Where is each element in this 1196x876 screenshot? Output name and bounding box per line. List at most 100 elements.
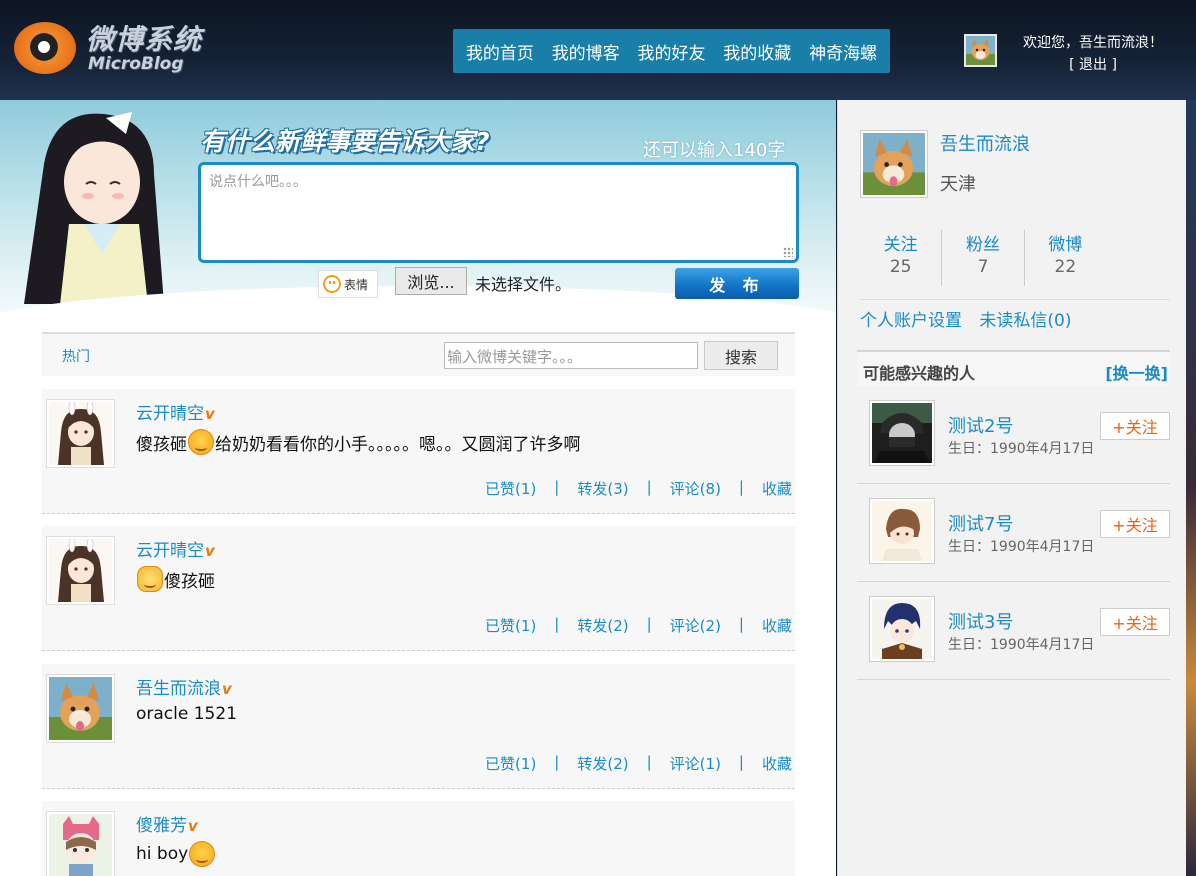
- favorite-link[interactable]: 收藏: [762, 753, 792, 774]
- recommend-avatar[interactable]: [869, 498, 935, 564]
- recommend-item: 测试3号 生日：1990年4月17日 +关注: [857, 582, 1170, 680]
- cat-emoji-icon: [137, 566, 163, 592]
- post-author-name[interactable]: 云开晴空v: [136, 536, 215, 561]
- post-author-avatar[interactable]: [46, 536, 115, 605]
- smile-icon: [323, 275, 341, 293]
- top-header: 微博系统 MicroBlog 我的首页 我的博客 我的好友 我的收藏 神奇海螺 …: [0, 0, 1196, 100]
- follow-button[interactable]: +关注: [1100, 510, 1170, 538]
- profile-links: 个人账户设置 未读私信(0): [860, 306, 1084, 331]
- logo-title: 微博系统: [86, 23, 203, 56]
- brown-hair-avatar-icon: [872, 501, 932, 561]
- nav-home[interactable]: 我的首页: [466, 39, 534, 64]
- post-author-name[interactable]: 云开晴空v: [136, 399, 215, 424]
- girl-avatar-icon: [49, 539, 112, 602]
- publish-button[interactable]: 发 布: [675, 268, 799, 299]
- logo-subtitle: MicroBlog: [88, 54, 184, 74]
- separator: |: [738, 478, 744, 496]
- stat-value: 25: [889, 257, 912, 277]
- logo-eye-icon: [14, 22, 76, 74]
- comment-link[interactable]: 评论(2): [670, 615, 721, 636]
- comment-link[interactable]: 评论(8): [670, 478, 721, 499]
- repost-link[interactable]: 转发(3): [577, 478, 628, 499]
- post-text-before: 傻孩砸: [136, 434, 187, 455]
- post-author-avatar[interactable]: [46, 811, 115, 876]
- logout-link[interactable]: [ 退出 ]: [1010, 54, 1176, 76]
- stat-label: 微博: [1048, 235, 1083, 255]
- repost-link[interactable]: 转发(2): [577, 753, 628, 774]
- post-author-avatar[interactable]: [46, 399, 115, 468]
- feed-post: 吾生而流浪v oracle 1521 已赞(1) | 转发(2) | 评论(1) | …: [42, 664, 795, 789]
- recommend-item: 测试7号 生日：1990年4月17日 +关注: [857, 484, 1170, 582]
- post-textarea-placeholder: 说点什么吧。。。: [209, 174, 307, 190]
- char-counter: 还可以输入140字: [643, 140, 786, 161]
- nav-my-blog[interactable]: 我的博客: [552, 39, 620, 64]
- separator: |: [646, 753, 652, 771]
- recommend-avatar[interactable]: [869, 596, 935, 662]
- logo[interactable]: 微博系统 MicroBlog: [10, 14, 220, 80]
- header-avatar[interactable]: [964, 34, 997, 67]
- post-author-name[interactable]: 傻雅芳v: [136, 811, 198, 836]
- stat-label: 关注: [883, 235, 918, 255]
- cat-hat-girl-avatar-icon: [49, 814, 112, 876]
- post-textarea[interactable]: 说点什么吧。。。: [198, 162, 799, 263]
- author-name-text: 吾生而流浪: [136, 679, 221, 699]
- recommend-name[interactable]: 测试2号: [948, 412, 1013, 438]
- profile-city: 天津: [940, 174, 976, 195]
- follow-button[interactable]: +关注: [1100, 412, 1170, 440]
- separator: |: [738, 753, 744, 771]
- like-link[interactable]: 已赞(1): [485, 753, 536, 774]
- welcome-area: 欢迎您，吾生而流浪！ [ 退出 ]: [1010, 32, 1176, 76]
- post-actions: 已赞(1) | 转发(2) | 评论(2) | 收藏: [485, 615, 792, 636]
- recommend-birthday: 生日：1990年4月17日: [948, 637, 1095, 653]
- post-text-before: hi boy: [136, 844, 189, 864]
- smile-emoji-icon: [188, 429, 214, 455]
- anime-girl-illustration: [24, 112, 164, 314]
- composer-prompt: 有什么新鲜事要告诉大家?: [200, 127, 490, 156]
- post-author-avatar[interactable]: [46, 674, 115, 743]
- like-link[interactable]: 已赞(1): [485, 478, 536, 499]
- swap-button[interactable]: [换一换]: [1105, 360, 1168, 384]
- verified-badge-icon: v: [205, 542, 215, 560]
- profile-name[interactable]: 吾生而流浪: [940, 130, 1030, 156]
- unread-messages-link[interactable]: 未读私信(0): [979, 311, 1071, 331]
- repost-link[interactable]: 转发(2): [577, 615, 628, 636]
- nav-my-friends[interactable]: 我的好友: [637, 39, 705, 64]
- verified-badge-icon: v: [188, 817, 198, 835]
- search-button[interactable]: 搜索: [704, 341, 778, 370]
- emoji-button[interactable]: 表情: [318, 270, 378, 298]
- post-text-after: 给奶奶看看你的小手。。。。。嗯。。又圆润了许多啊: [215, 434, 581, 455]
- profile-stats: 关注 25 粉丝 7 微博 22: [860, 230, 1106, 286]
- nav-my-favorites[interactable]: 我的收藏: [723, 39, 791, 64]
- profile-avatar[interactable]: [860, 130, 928, 198]
- stat-posts[interactable]: 微博 22: [1025, 230, 1106, 286]
- tab-hot[interactable]: 热门: [62, 346, 90, 366]
- post-author-name[interactable]: 吾生而流浪v: [136, 674, 232, 699]
- favorite-link[interactable]: 收藏: [762, 615, 792, 636]
- feed-filter-bar: 热门 输入微博关键字。。。 搜索: [42, 332, 795, 376]
- author-name-text: 傻雅芳: [136, 816, 187, 836]
- comment-link[interactable]: 评论(1): [670, 753, 721, 774]
- recommend-avatar[interactable]: [869, 400, 935, 466]
- nav-magic-conch[interactable]: 神奇海螺: [809, 39, 877, 64]
- stat-value: 7: [977, 257, 989, 277]
- search-input[interactable]: 输入微博关键字。。。: [444, 342, 698, 369]
- recommend-birthday: 生日：1990年4月17日: [948, 539, 1095, 555]
- stat-following[interactable]: 关注 25: [860, 230, 943, 286]
- follow-button[interactable]: +关注: [1100, 608, 1170, 636]
- stat-followers[interactable]: 粉丝 7: [942, 230, 1025, 286]
- post-content: 傻孩砸: [136, 566, 215, 592]
- recommend-name[interactable]: 测试7号: [948, 510, 1013, 536]
- resize-grip-icon[interactable]: [783, 247, 793, 257]
- separator: |: [554, 478, 560, 496]
- browse-file-button[interactable]: 浏览...: [395, 267, 467, 295]
- divider: [860, 299, 1170, 300]
- right-sidebar: 吾生而流浪 天津 关注 25 粉丝 7 微博 22 个人账户设置 未读私信(0)…: [837, 100, 1186, 876]
- recommend-title: 可能感兴趣的人: [863, 364, 976, 383]
- post-content: oracle 1521: [136, 704, 237, 724]
- favorite-link[interactable]: 收藏: [762, 478, 792, 499]
- account-settings-link[interactable]: 个人账户设置: [860, 311, 962, 331]
- recommend-name[interactable]: 测试3号: [948, 608, 1013, 634]
- shiba-avatar-icon: [966, 36, 995, 65]
- verified-badge-icon: v: [205, 405, 215, 423]
- like-link[interactable]: 已赞(1): [485, 615, 536, 636]
